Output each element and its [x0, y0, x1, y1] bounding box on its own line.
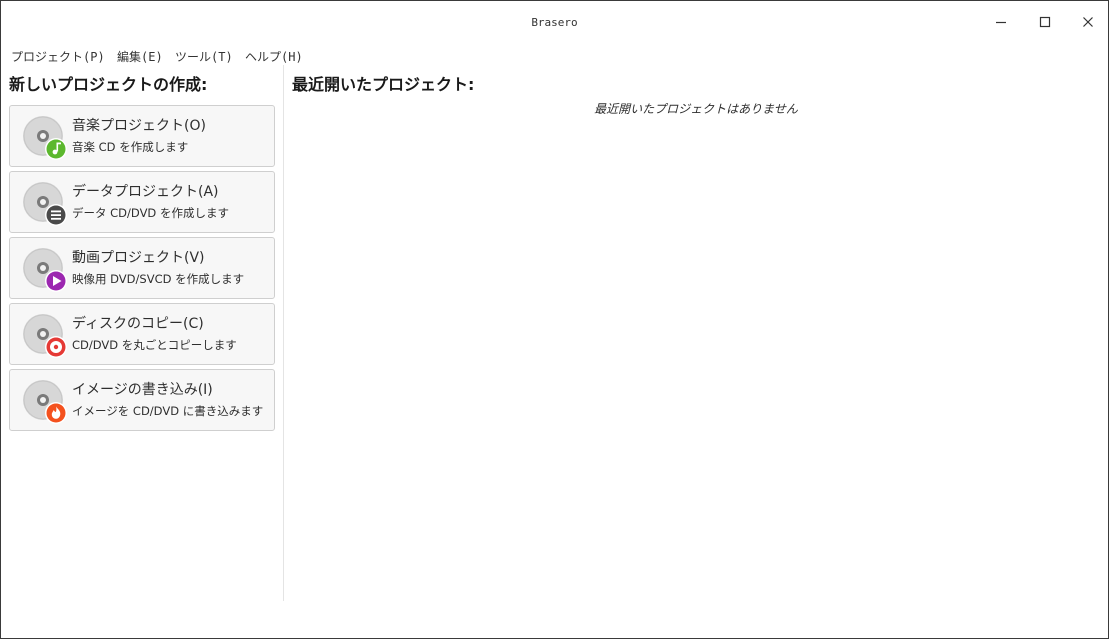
burn-image-label: イメージの書き込み(I): [72, 382, 213, 398]
audio-project-label: 音楽プロジェクト(O): [72, 118, 206, 134]
disc-copy-button[interactable]: ディスクのコピー(C) CD/DVD を丸ごとコピーします: [9, 303, 275, 365]
minimize-button[interactable]: [986, 9, 1016, 35]
new-project-heading: 新しいプロジェクトの作成:: [9, 75, 208, 94]
close-button[interactable]: [1073, 9, 1103, 35]
video-project-desc: 映像用 DVD/SVCD を作成します: [72, 272, 245, 286]
menu-bar: プロジェクト(P) 編集(E) ツール(T) ヘルプ(H): [1, 45, 601, 65]
data-project-desc: データ CD/DVD を作成します: [72, 206, 229, 220]
data-project-label: データプロジェクト(A): [72, 184, 219, 200]
maximize-button[interactable]: [1030, 9, 1060, 35]
burn-image-desc: イメージを CD/DVD に書き込みます: [72, 404, 264, 418]
menu-tools[interactable]: ツール(T): [175, 48, 233, 65]
minimize-icon: [996, 21, 1006, 24]
burn-image-button[interactable]: イメージの書き込み(I) イメージを CD/DVD に書き込みます: [9, 369, 275, 431]
window-title: Brasero: [531, 16, 578, 29]
video-disc-icon: [23, 248, 67, 292]
recent-projects-heading: 最近開いたプロジェクト:: [292, 75, 475, 94]
title-bar[interactable]: Brasero: [1, 1, 1108, 43]
video-project-button[interactable]: 動画プロジェクト(V) 映像用 DVD/SVCD を作成します: [9, 237, 275, 299]
burn-disc-icon: [23, 380, 67, 424]
recent-empty-message: 最近開いたプロジェクトはありません: [594, 102, 798, 116]
close-icon: [1083, 17, 1093, 27]
disc-copy-desc: CD/DVD を丸ごとコピーします: [72, 338, 237, 352]
audio-project-button[interactable]: 音楽プロジェクト(O) 音楽 CD を作成します: [9, 105, 275, 167]
audio-disc-icon: [23, 116, 67, 160]
new-project-panel: 新しいプロジェクトの作成: 音楽プロジェクト(O) 音楽 CD を作成します デ…: [1, 65, 283, 601]
audio-project-desc: 音楽 CD を作成します: [72, 140, 189, 154]
list-icon: [51, 210, 61, 220]
menu-edit[interactable]: 編集(E): [117, 48, 163, 65]
maximize-icon: [1039, 16, 1051, 28]
recent-projects-panel: 最近開いたプロジェクト: 最近開いたプロジェクトはありません: [284, 65, 1108, 601]
disc-copy-label: ディスクのコピー(C): [72, 316, 204, 332]
video-project-label: 動画プロジェクト(V): [72, 250, 205, 266]
menu-help[interactable]: ヘルプ(H): [245, 48, 303, 65]
disc-copy-icon: [50, 341, 62, 353]
app-window: Brasero プロジェクト(P) 編集(E) ツール(T) ヘルプ(H) 新し…: [0, 0, 1109, 639]
copy-disc-icon: [23, 314, 67, 358]
data-disc-icon: [23, 182, 67, 226]
menu-project[interactable]: プロジェクト(P): [11, 48, 105, 65]
data-project-button[interactable]: データプロジェクト(A) データ CD/DVD を作成します: [9, 171, 275, 233]
